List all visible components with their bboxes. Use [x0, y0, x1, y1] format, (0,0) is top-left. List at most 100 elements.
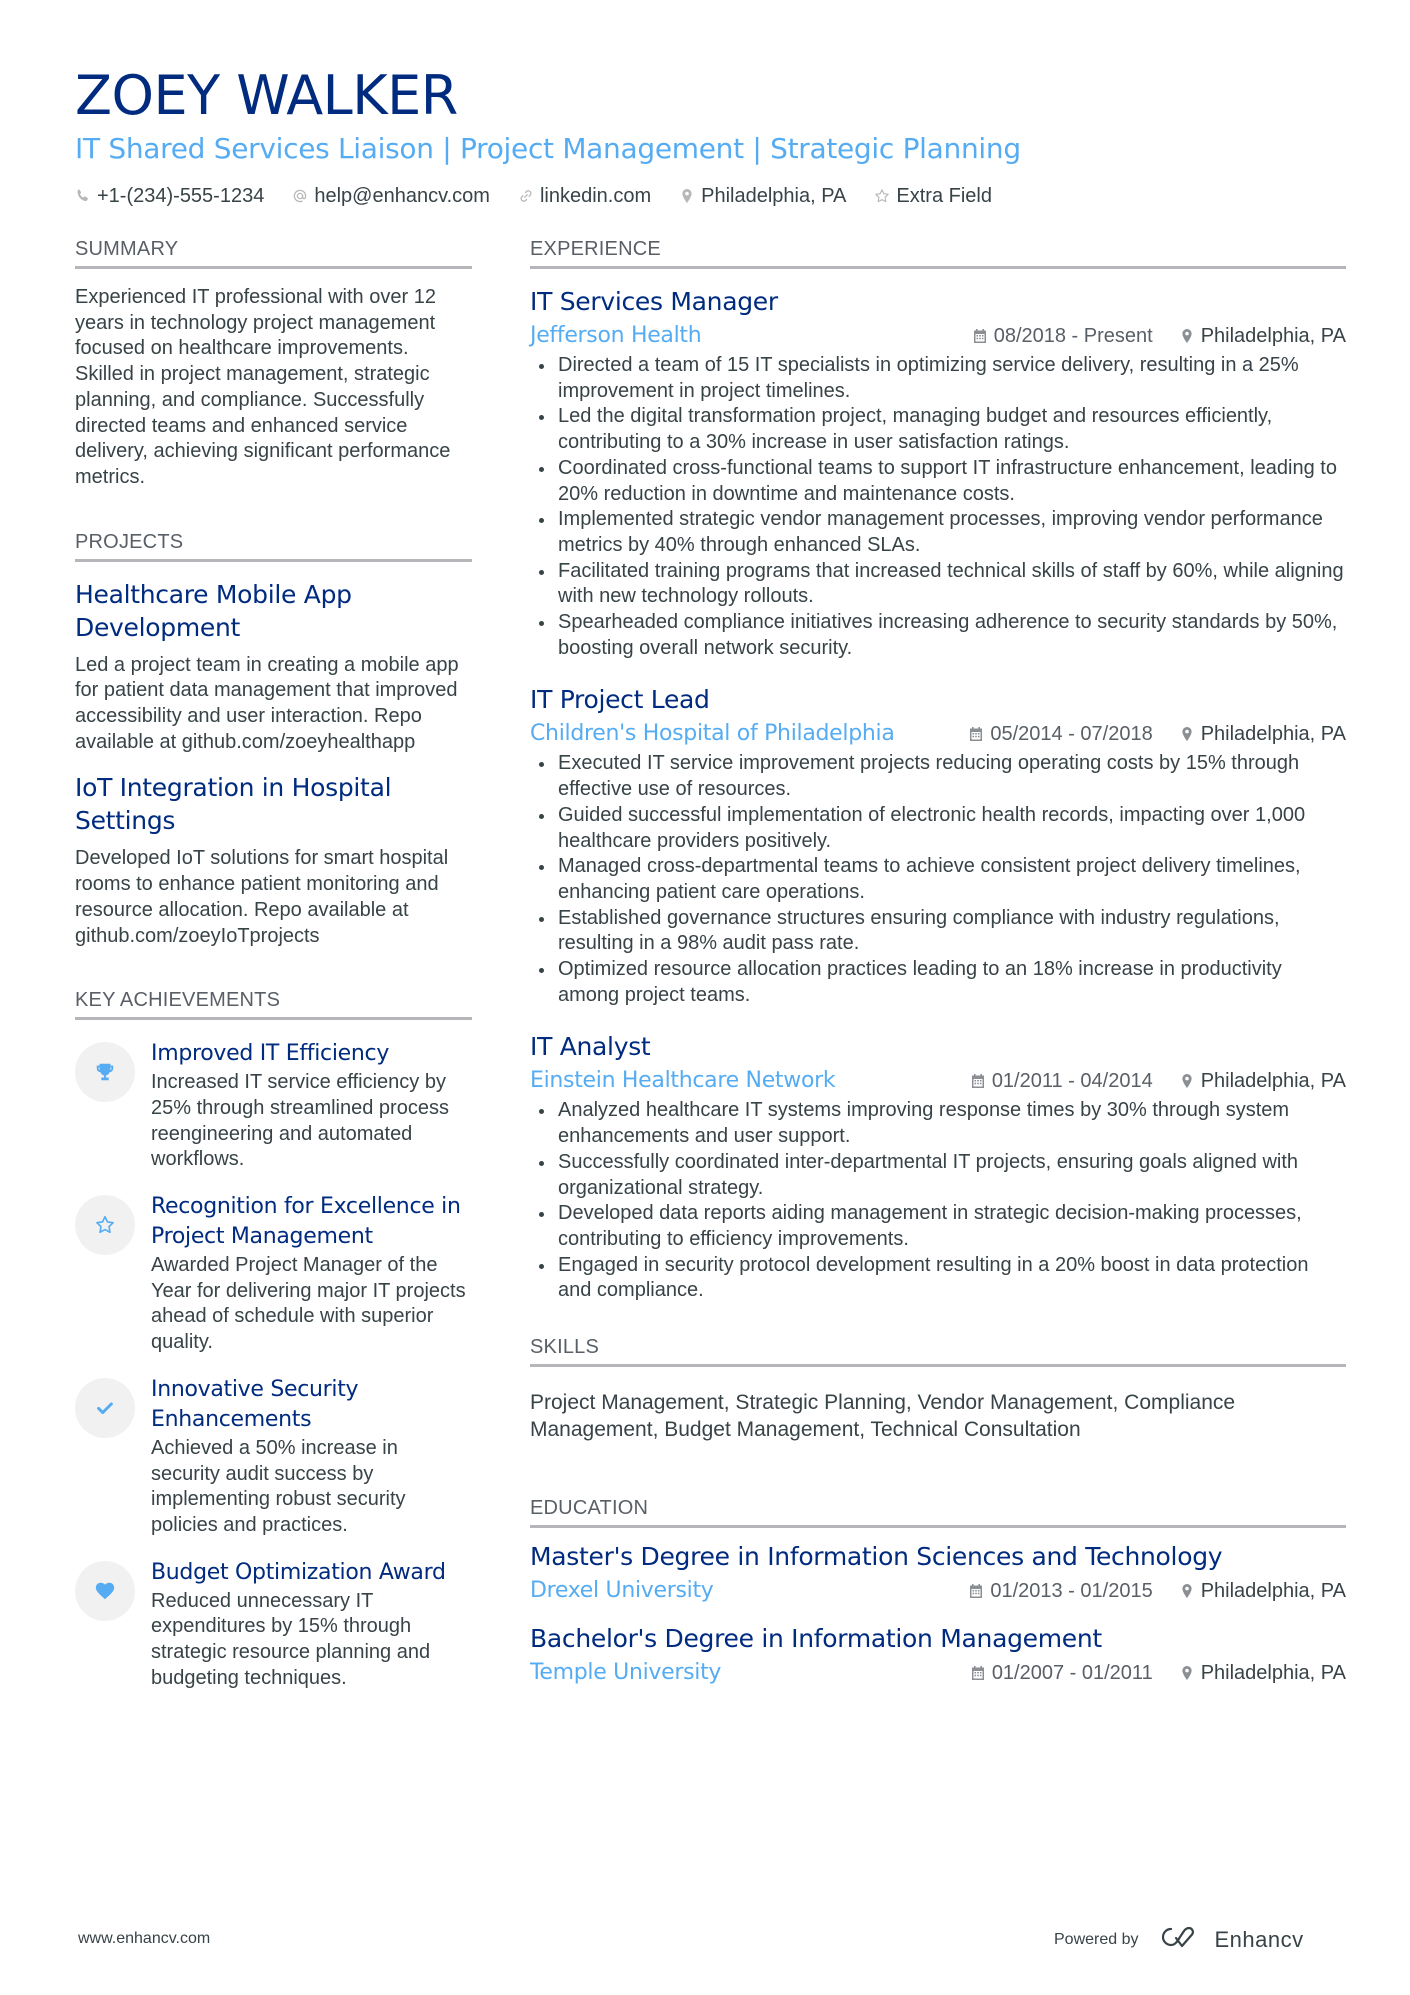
contact-location-text: Philadelphia, PA: [701, 185, 847, 207]
trophy-icon: [75, 1042, 135, 1103]
bullet-item: Coordinated cross-functional teams to su…: [530, 456, 1346, 507]
bullet-item: Spearheaded compliance initiatives incre…: [530, 610, 1346, 661]
education-dates: 01/2007 - 01/2011: [970, 1659, 1153, 1687]
achievements-section: KEY ACHIEVEMENTS Improved IT Efficiency …: [75, 987, 472, 1691]
star-icon: [874, 188, 890, 204]
contact-email[interactable]: help@enhancv.com: [292, 182, 490, 210]
brand[interactable]: Enhancv: [1157, 1924, 1304, 1955]
location-icon: [1179, 1073, 1195, 1089]
achievement-description: Awarded Project Manager of the Year for …: [151, 1254, 466, 1354]
location-icon: [1179, 726, 1195, 742]
project-title: Healthcare Mobile App Development: [75, 579, 352, 642]
achievement-item: Budget Optimization Award Reduced unnece…: [75, 1558, 472, 1692]
calendar-icon: [968, 1583, 984, 1599]
job-dates: 05/2014 - 07/2018: [968, 720, 1153, 748]
at-icon: [292, 188, 308, 204]
contact-row: +1-(234)-555-1234 help@enhancv.com linke…: [75, 182, 1345, 210]
footer-website[interactable]: www.enhancv.com: [78, 1930, 210, 1948]
summary-section: SUMMARY Experienced IT professional with…: [75, 236, 472, 491]
bullet-item: Executed IT service improvement projects…: [530, 751, 1346, 802]
enhancv-logo-icon: [1157, 1924, 1205, 1955]
bullet-item: Led the digital transformation project, …: [530, 404, 1346, 455]
education-section: EDUCATION Master's Degree in Information…: [530, 1495, 1346, 1688]
job-bullets: Analyzed healthcare IT systems improving…: [530, 1098, 1346, 1304]
job-location: Philadelphia, PA: [1179, 322, 1346, 350]
calendar-icon: [968, 726, 984, 742]
education-dates: 01/2013 - 01/2015: [968, 1577, 1153, 1605]
location-icon: [1179, 1665, 1195, 1681]
achievement-item: Innovative Security Enhancements Achieve…: [75, 1375, 472, 1539]
project-description: Led a project team in creating a mobile …: [75, 653, 459, 753]
skills-heading: SKILLS: [530, 1334, 1346, 1368]
job-dates-text: 01/2011 - 04/2014: [991, 1070, 1153, 1093]
bullet-item: Analyzed healthcare IT systems improving…: [530, 1098, 1346, 1149]
job-entry: IT Services Manager Jefferson Health 08/…: [530, 285, 1346, 661]
job-dates-text: 05/2014 - 07/2018: [990, 723, 1153, 746]
project-item: Healthcare Mobile App Development Led a …: [75, 578, 472, 756]
projects-heading: PROJECTS: [75, 529, 472, 562]
bullet-item: Successfully coordinated inter-departmen…: [530, 1150, 1346, 1201]
project-item: IoT Integration in Hospital Settings Dev…: [75, 771, 472, 949]
calendar-icon: [972, 328, 988, 344]
achievement-item: Improved IT Efficiency Increased IT serv…: [75, 1039, 472, 1173]
job-title: IT Services Manager: [530, 287, 778, 316]
achievement-item: Recognition for Excellence in Project Ma…: [75, 1192, 472, 1356]
achievement-title: Innovative Security Enhancements: [151, 1376, 359, 1432]
achievement-description: Achieved a 50% increase in security audi…: [151, 1436, 406, 1536]
job-location-text: Philadelphia, PA: [1200, 723, 1346, 746]
project-description: Developed IoT solutions for smart hospit…: [75, 847, 449, 947]
bullet-item: Engaged in security protocol development…: [530, 1253, 1346, 1304]
location-icon: [1179, 328, 1195, 344]
job-company: Children's Hospital of Philadelphia: [530, 721, 895, 747]
candidate-name: ZOEY WALKER: [75, 64, 458, 127]
project-title: IoT Integration in Hospital Settings: [75, 773, 392, 836]
achievement-description: Increased IT service efficiency by 25% t…: [151, 1071, 449, 1171]
job-company: Jefferson Health: [530, 323, 702, 348]
heart-icon: [75, 1560, 135, 1621]
calendar-icon: [970, 1073, 986, 1089]
education-dates-text: 01/2007 - 01/2011: [991, 1662, 1153, 1685]
right-column: EXPERIENCE IT Services Manager Jefferson…: [530, 236, 1346, 1688]
left-column: SUMMARY Experienced IT professional with…: [75, 236, 472, 1730]
bullet-item: Directed a team of 15 IT specialists in …: [530, 353, 1346, 404]
candidate-headline: IT Shared Services Liaison | Project Man…: [75, 132, 1021, 165]
education-dates-text: 01/2013 - 01/2015: [990, 1580, 1153, 1603]
achievement-title: Improved IT Efficiency: [151, 1041, 390, 1067]
job-title: IT Project Lead: [530, 685, 710, 715]
achievement-description: Reduced unnecessary IT expenditures by 1…: [151, 1589, 431, 1689]
education-entry: Master's Degree in Information Sciences …: [530, 1540, 1346, 1606]
bullet-item: Facilitated training programs that incre…: [530, 559, 1346, 610]
education-location: Philadelphia, PA: [1179, 1659, 1346, 1687]
contact-extra-text: Extra Field: [896, 185, 992, 207]
job-location: Philadelphia, PA: [1179, 720, 1346, 748]
skills-section: SKILLS Project Management, Strategic Pla…: [530, 1334, 1346, 1443]
job-dates: 08/2018 - Present: [972, 322, 1153, 350]
achievements-heading: KEY ACHIEVEMENTS: [75, 987, 472, 1021]
degree-title: Bachelor's Degree in Information Managem…: [530, 1624, 1102, 1654]
contact-email-text[interactable]: help@enhancv.com: [314, 182, 490, 210]
job-title: IT Analyst: [530, 1032, 651, 1062]
bullet-item: Guided successful implementation of elec…: [530, 803, 1346, 854]
bullet-item: Established governance structures ensuri…: [530, 906, 1346, 957]
contact-link-text[interactable]: linkedin.com: [540, 182, 651, 210]
link-icon: [518, 188, 534, 204]
job-dates-text: 08/2018 - Present: [993, 325, 1153, 347]
location-icon: [679, 188, 695, 204]
job-entry: IT Project Lead Children's Hospital of P…: [530, 683, 1346, 1008]
contact-link[interactable]: linkedin.com: [518, 182, 651, 210]
bullet-item: Managed cross-departmental teams to achi…: [530, 854, 1346, 905]
bullet-item: Developed data reports aiding management…: [530, 1201, 1346, 1252]
projects-section: PROJECTS Healthcare Mobile App Developme…: [75, 529, 472, 950]
bullet-item: Implemented strategic vendor management …: [530, 507, 1346, 558]
contact-phone-text: +1-(234)-555-1234: [97, 185, 265, 207]
degree-title: Master's Degree in Information Sciences …: [530, 1542, 1223, 1572]
achievement-title: Budget Optimization Award: [151, 1559, 446, 1585]
powered-by-label: Powered by: [1054, 1930, 1139, 1948]
bullet-item: Optimized resource allocation practices …: [530, 957, 1346, 1008]
education-entry: Bachelor's Degree in Information Managem…: [530, 1622, 1346, 1688]
calendar-icon: [970, 1665, 986, 1681]
job-entry: IT Analyst Einstein Healthcare Network 0…: [530, 1030, 1346, 1304]
education-heading: EDUCATION: [530, 1495, 1346, 1529]
education-location-text: Philadelphia, PA: [1200, 1580, 1346, 1603]
location-icon: [1179, 1583, 1195, 1599]
